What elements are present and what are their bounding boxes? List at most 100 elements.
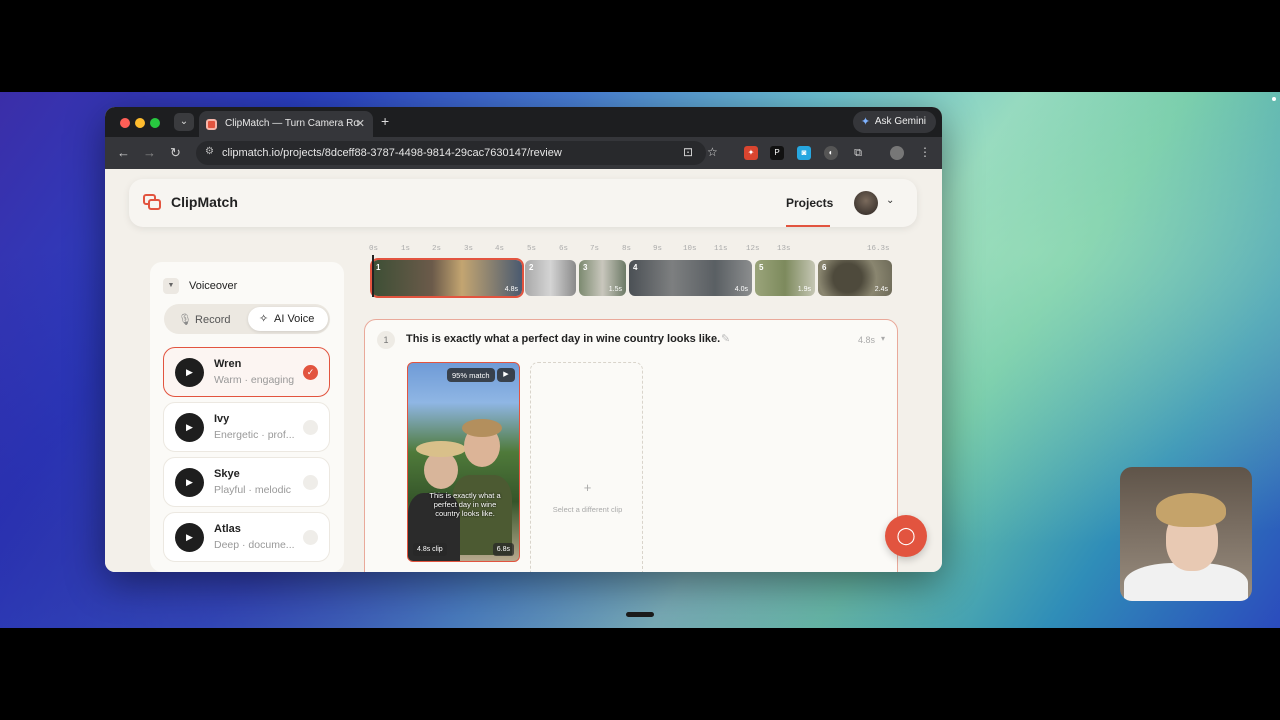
ruler-tick: 6s	[559, 245, 569, 253]
segment-card: 1 This is exactly what a perfect day in …	[364, 319, 898, 572]
voiceover-panel: ▼ Voiceover 🎙 Record ✧ AI Voice ▶ Wren W…	[150, 262, 344, 572]
matched-clip[interactable]: 95% match ▶ This is exactly what a perfe…	[407, 362, 520, 562]
voice-option-atlas[interactable]: ▶ Atlas Deep · docume...	[163, 512, 330, 562]
clip-number: 3	[583, 263, 588, 272]
ruler-tick: 3s	[464, 245, 474, 253]
webcam-overlay	[1120, 467, 1252, 601]
ruler-tick: 8s	[622, 245, 632, 253]
forward-icon[interactable]: →	[143, 145, 156, 160]
nav-projects[interactable]: Projects	[786, 196, 833, 210]
bookmark-star-icon[interactable]: ☆	[707, 145, 718, 159]
voice-description: Warm · engaging	[214, 374, 295, 386]
voice-option-ivy[interactable]: ▶ Ivy Energetic · prof...	[163, 402, 330, 452]
play-icon[interactable]: ▶	[175, 523, 204, 552]
selected-check-icon[interactable]: ✓	[303, 365, 318, 380]
clip-duration: 4.0s	[734, 286, 748, 293]
clip-number: 5	[759, 263, 764, 272]
voice-mode-toggle: 🎙 Record ✧ AI Voice	[164, 304, 330, 334]
voice-radio[interactable]	[303, 420, 318, 435]
clipmatch-favicon-icon	[206, 119, 217, 130]
voice-description: Energetic · prof...	[214, 429, 295, 441]
ruler-tick: 10s	[683, 245, 697, 253]
minimize-window-button[interactable]	[135, 118, 145, 128]
timeline-clip[interactable]: 3 1.5s	[579, 260, 626, 296]
ai-voice-tab[interactable]: ✧ AI Voice	[248, 307, 328, 331]
puzzle-icon[interactable]: ⧉	[851, 146, 865, 160]
timeline-clip[interactable]: 2	[525, 260, 576, 296]
voice-option-wren[interactable]: ▶ Wren Warm · engaging ✓	[163, 347, 330, 397]
voice-description: Deep · docume...	[214, 539, 295, 551]
voice-radio[interactable]	[303, 475, 318, 490]
tab-search-icon[interactable]: ⌄	[174, 113, 194, 131]
blue-ext-icon[interactable]: ◙	[797, 146, 811, 160]
voice-option-skye[interactable]: ▶ Skye Playful · melodic	[163, 457, 330, 507]
ruler-tick: 7s	[590, 245, 600, 253]
gemini-sparkle-icon: ✦	[860, 116, 871, 128]
clip-duration: 1.5s	[608, 286, 622, 293]
timeline-strip: 1 4.8s 2 3 1.5s 4 4.0s 5 1.9s 6 2.4s	[370, 258, 892, 298]
segment-sentence[interactable]: This is exactly what a perfect day in wi…	[406, 333, 720, 345]
total-length-badge: 6.8s	[492, 543, 514, 556]
ruler-tick: 4s	[495, 245, 505, 253]
timeline-clip[interactable]: 5 1.9s	[755, 260, 815, 296]
ask-gemini-button[interactable]: ✦ Ask Gemini	[852, 111, 936, 133]
nav-active-underline	[786, 225, 830, 227]
profile-avatar[interactable]	[890, 146, 904, 160]
select-different-clip[interactable]: + Select a different clip	[530, 362, 643, 572]
reload-icon[interactable]: ↻	[170, 145, 181, 161]
site-settings-icon[interactable]: ⚙	[205, 146, 214, 157]
play-icon[interactable]: ▶	[175, 468, 204, 497]
url-text: clipmatch.io/projects/8dceff88-3787-4498…	[222, 147, 562, 159]
voice-description: Playful · melodic	[214, 484, 292, 496]
ruler-tick: 0s	[369, 245, 379, 253]
ruler-tick: 16.3s	[867, 245, 890, 253]
chevron-down-icon[interactable]: ▾	[881, 334, 885, 343]
voice-name: Ivy	[214, 413, 230, 425]
timeline-playhead[interactable]	[372, 255, 374, 297]
hair-image	[462, 419, 502, 437]
maximize-window-button[interactable]	[150, 118, 160, 128]
ruler-tick: 11s	[714, 245, 728, 253]
play-icon[interactable]: ▶	[497, 368, 515, 382]
ruler-tick: 9s	[653, 245, 663, 253]
clip-number: 2	[529, 263, 534, 272]
record-label: Record	[195, 314, 231, 326]
p-ext-icon[interactable]: P	[770, 146, 784, 160]
address-bar[interactable]: ⚙ clipmatch.io/projects/8dceff88-3787-44…	[196, 141, 706, 165]
ai-voice-label: AI Voice	[274, 313, 315, 325]
close-window-button[interactable]	[120, 118, 130, 128]
chevron-down-icon[interactable]: ⌄	[886, 195, 894, 206]
timeline-clip[interactable]: 1 4.8s	[370, 258, 524, 298]
browser-menu-icon[interactable]: ⋮	[919, 145, 931, 159]
microphone-icon: 🎙	[178, 314, 192, 326]
select-clip-label: Select a different clip	[552, 505, 623, 514]
play-icon[interactable]: ▶	[175, 358, 204, 387]
match-badge: 95% match	[447, 368, 495, 382]
voice-name: Wren	[214, 358, 242, 370]
collapse-chevron-icon[interactable]: ▼	[163, 278, 179, 294]
install-app-icon[interactable]: ⊡	[683, 145, 693, 159]
record-tab[interactable]: 🎙 Record	[178, 313, 231, 326]
clip-duration: 4.8s	[504, 286, 518, 293]
new-tab-icon[interactable]: +	[381, 113, 389, 129]
voice-radio[interactable]	[303, 530, 318, 545]
tab-title: ClipMatch — Turn Camera Ro	[225, 118, 359, 129]
close-tab-icon[interactable]: ✕	[356, 117, 365, 130]
segment-number: 1	[377, 331, 395, 349]
back-icon[interactable]: ←	[117, 145, 130, 160]
timeline-clip[interactable]: 6 2.4s	[818, 260, 892, 296]
globe-ext-icon[interactable]: ◐	[824, 146, 838, 160]
edit-pencil-icon[interactable]: ✎	[721, 332, 730, 345]
user-avatar[interactable]	[854, 191, 878, 215]
tab-clipmatch[interactable]: ClipMatch — Turn Camera Ro ✕	[199, 111, 373, 137]
clipmatch-logo-icon	[143, 194, 161, 210]
play-icon[interactable]: ▶	[175, 413, 204, 442]
dock-handle[interactable]	[626, 612, 654, 617]
chat-bubble-icon[interactable]: ◯	[885, 515, 927, 557]
app-logo-text[interactable]: ClipMatch	[171, 194, 238, 210]
red-ext-icon[interactable]: ✦	[744, 146, 758, 160]
app-content: ClipMatch Projects ⌄ ▼ Voiceover 🎙 Recor…	[105, 169, 942, 572]
status-dot	[1272, 97, 1276, 101]
timeline-clip[interactable]: 4 4.0s	[629, 260, 752, 296]
ai-voice-icon: ✧	[259, 313, 269, 325]
